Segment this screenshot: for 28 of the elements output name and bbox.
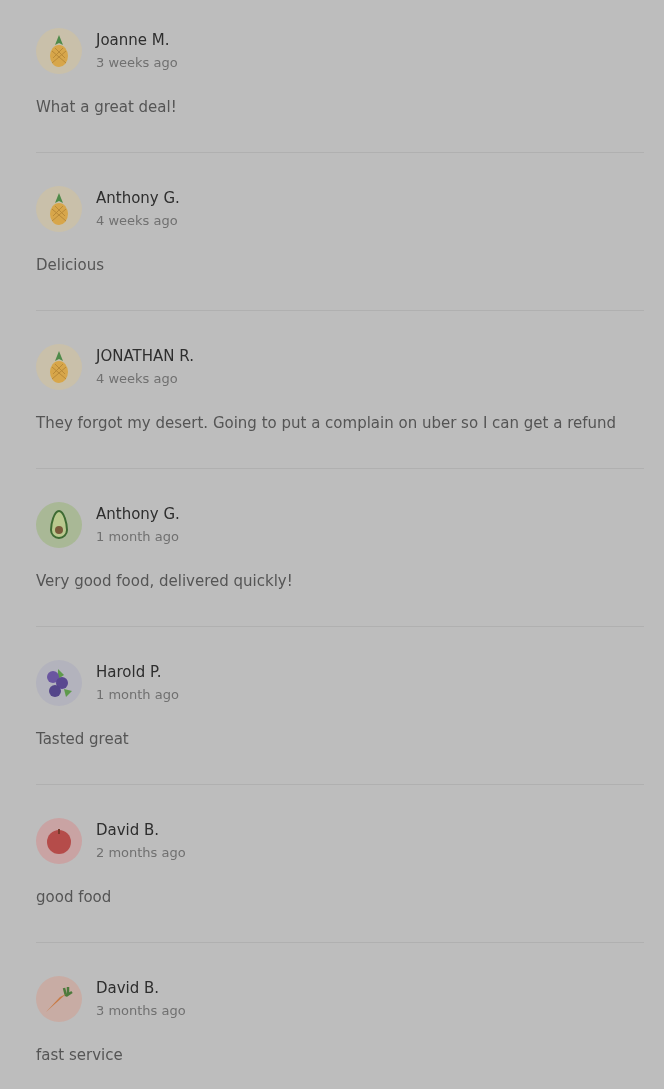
review-text: good food xyxy=(36,887,113,907)
review-text: Delicious xyxy=(36,255,106,275)
carrot-icon xyxy=(44,984,74,1014)
review-date: 2 months ago xyxy=(96,845,186,861)
reviewer-name: Anthony G. xyxy=(96,189,180,207)
pineapple-icon xyxy=(48,35,70,67)
blueberries-icon xyxy=(44,667,74,699)
reviewer-name: Harold P. xyxy=(96,663,163,681)
review-date: 4 weeks ago xyxy=(96,213,179,229)
review-date: 1 month ago xyxy=(96,687,179,703)
review-text: Tasted great xyxy=(36,729,130,749)
review-date: 3 months ago xyxy=(96,1003,186,1019)
pineapple-icon xyxy=(48,193,70,225)
reviewer-name: Joanne M. xyxy=(96,31,171,49)
reviewer-name: David B. xyxy=(96,979,161,997)
review-text: What a great deal! xyxy=(36,97,178,117)
review-date: 3 weeks ago xyxy=(96,55,178,71)
review-text: Very good food, delivered quickly! xyxy=(36,571,294,591)
review-text: fast service xyxy=(36,1045,124,1065)
pineapple-icon xyxy=(48,351,70,383)
reviewer-name: Anthony G. xyxy=(96,505,180,523)
review-date: 4 weeks ago xyxy=(96,371,179,387)
avocado-icon xyxy=(49,510,69,540)
reviewer-name: David B. xyxy=(96,821,161,839)
reviewer-name: JONATHAN R. xyxy=(96,347,194,365)
review-text: They forgot my desert. Going to put a complain on uber so I can get a refund xyxy=(36,413,618,433)
review-date: 1 month ago xyxy=(96,529,180,545)
tomato-icon xyxy=(45,827,73,855)
